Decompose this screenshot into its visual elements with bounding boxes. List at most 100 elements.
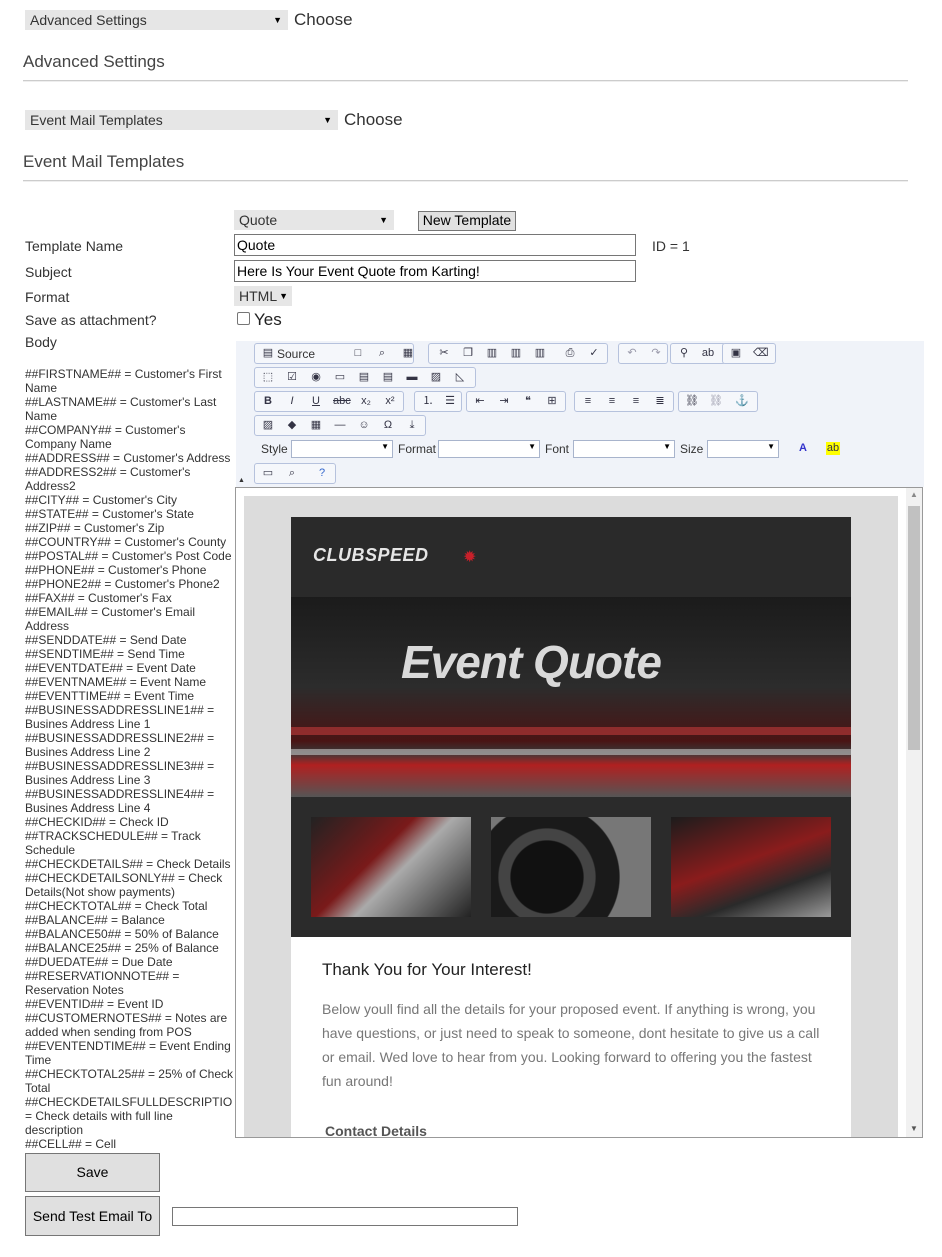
editor-toolbar: ▤ Source □ ⌕ ▦ ✂ ❐ ▥ ▥ ▥ ⎙ ✓ ↶ ↷ ⚲ ab ▣ …: [236, 341, 924, 487]
hidden-field-icon[interactable]: ◺: [453, 371, 467, 384]
email-hero: Event Quote: [291, 597, 851, 797]
merge-token: ##BALANCE## = Balance: [25, 913, 165, 927]
editor-scrollbar[interactable]: ▲ ▼: [906, 488, 922, 1137]
subject-input[interactable]: Here Is Your Event Quote from Karting!: [234, 260, 636, 282]
merge-token: ##TRACKSCHEDULE## = Track Schedule: [25, 829, 201, 857]
merge-token: ##CHECKTOTAL25## = 25% of Check Total: [25, 1067, 233, 1095]
preview-icon[interactable]: ⌕: [375, 347, 389, 360]
scroll-down-icon[interactable]: ▼: [910, 1124, 918, 1133]
new-page-icon[interactable]: □: [351, 347, 365, 360]
test-email-input[interactable]: [172, 1207, 518, 1226]
numbered-list-icon[interactable]: ⒈: [421, 395, 435, 408]
textarea-icon[interactable]: ▤: [357, 371, 371, 384]
attachment-checkbox[interactable]: [237, 312, 250, 325]
special-char-icon[interactable]: Ω: [381, 419, 395, 432]
image-icon[interactable]: ▨: [261, 419, 275, 432]
div-container-icon[interactable]: ⊞: [545, 395, 559, 408]
italic-icon[interactable]: I: [285, 395, 299, 408]
templates-icon[interactable]: ▦: [401, 347, 415, 360]
email-gallery: [291, 797, 851, 937]
about-icon[interactable]: ?: [315, 467, 329, 480]
align-right-icon[interactable]: ≡: [629, 395, 643, 408]
link-icon[interactable]: ⛓: [685, 395, 699, 408]
merge-token: ##ADDRESS## = Customer's Address: [25, 451, 231, 465]
format-select[interactable]: HTML ▼: [234, 286, 292, 306]
paste-text-icon[interactable]: ▥: [509, 347, 523, 360]
scroll-up-icon[interactable]: ▲: [910, 490, 918, 499]
background-color-icon[interactable]: ab: [826, 442, 840, 455]
checkbox-icon[interactable]: ☑: [285, 371, 299, 384]
format-combo[interactable]: ▼: [438, 440, 540, 458]
size-combo[interactable]: ▼: [707, 440, 779, 458]
save-button[interactable]: Save: [25, 1153, 160, 1192]
select-field-icon[interactable]: ▤: [381, 371, 395, 384]
merge-token: ##PHONE2## = Customer's Phone2: [25, 577, 220, 591]
outdent-icon[interactable]: ⇤: [473, 395, 487, 408]
form-icon[interactable]: ⬚: [261, 371, 275, 384]
select-all-icon[interactable]: ▣: [729, 347, 743, 360]
send-test-email-button[interactable]: Send Test Email To: [25, 1196, 160, 1236]
bullet-list-icon[interactable]: ☰: [443, 395, 457, 408]
new-template-button[interactable]: New Template: [418, 211, 516, 231]
indent-icon[interactable]: ⇥: [497, 395, 511, 408]
subscript-icon[interactable]: x₂: [359, 395, 373, 408]
source-icon[interactable]: ▤: [261, 347, 275, 360]
merge-token: ##BUSINESSADDRESSLINE2## = Busines Addre…: [25, 731, 215, 759]
unlink-icon[interactable]: ⛓: [709, 395, 723, 408]
format-select-value: HTML: [239, 288, 278, 304]
spellcheck-icon[interactable]: ✓: [587, 347, 601, 360]
merge-token: ##CUSTOMERNOTES## = Notes are added when…: [25, 1011, 228, 1039]
font-combo[interactable]: ▼: [573, 440, 675, 458]
flash-icon[interactable]: ◆: [285, 419, 299, 432]
scrollbar-thumb[interactable]: [908, 506, 920, 750]
undo-icon[interactable]: ↶: [625, 347, 639, 360]
smiley-icon[interactable]: ☺: [357, 419, 371, 432]
cut-icon[interactable]: ✂: [437, 347, 451, 360]
settings-subcategory-value: Event Mail Templates: [30, 112, 163, 128]
table-icon[interactable]: ▦: [309, 419, 323, 432]
source-button[interactable]: Source: [277, 347, 315, 361]
horizontal-rule-icon[interactable]: —: [333, 419, 347, 432]
choose-link-1[interactable]: Choose: [294, 10, 353, 30]
justify-icon[interactable]: ≣: [653, 395, 667, 408]
underline-icon[interactable]: U: [309, 395, 323, 408]
merge-token: ##RESERVATIONNOTE## = Reservation Notes: [25, 969, 180, 997]
paste-icon[interactable]: ▥: [485, 347, 499, 360]
image-button-icon[interactable]: ▨: [429, 371, 443, 384]
align-center-icon[interactable]: ≡: [605, 395, 619, 408]
remove-format-icon[interactable]: ⌫: [753, 347, 769, 360]
button-field-icon[interactable]: ▬: [405, 371, 419, 384]
template-name-input[interactable]: Quote: [234, 234, 636, 256]
settings-category-select[interactable]: Advanced Settings ▼: [25, 10, 288, 30]
redo-icon[interactable]: ↷: [649, 347, 663, 360]
radio-icon[interactable]: ◉: [309, 371, 323, 384]
textfield-icon[interactable]: ▭: [333, 371, 347, 384]
chevron-down-icon: ▼: [379, 215, 388, 225]
show-blocks-icon[interactable]: ⌕: [285, 467, 299, 480]
editor-content-area[interactable]: CLUBSPEED ✹ Event Quote Thank You for Yo…: [235, 487, 923, 1138]
align-left-icon[interactable]: ≡: [581, 395, 595, 408]
merge-token: ##ADDRESS2## = Customer's Address2: [25, 465, 191, 493]
find-icon[interactable]: ⚲: [677, 347, 691, 360]
template-select[interactable]: Quote ▼: [234, 210, 394, 230]
bold-icon[interactable]: B: [261, 395, 275, 408]
page-break-icon[interactable]: ⤓: [405, 419, 419, 432]
replace-icon[interactable]: ab: [701, 347, 715, 360]
superscript-icon[interactable]: x²: [383, 395, 397, 408]
merge-token: ##CELL## = Cell: [25, 1137, 117, 1151]
maximize-icon[interactable]: ▭: [261, 467, 275, 480]
paste-word-icon[interactable]: ▥: [533, 347, 547, 360]
print-icon[interactable]: ⎙: [563, 347, 577, 360]
copy-icon[interactable]: ❐: [461, 347, 475, 360]
collapse-toolbar-icon[interactable]: ▲: [238, 477, 245, 484]
merge-token: ##BUSINESSADDRESSLINE3## = Busines Addre…: [25, 759, 215, 787]
style-combo[interactable]: ▼: [291, 440, 393, 458]
choose-link-2[interactable]: Choose: [344, 110, 403, 130]
merge-token: ##CHECKID## = Check ID: [25, 815, 169, 829]
blockquote-icon[interactable]: ❝: [521, 395, 535, 408]
text-color-icon[interactable]: A: [796, 442, 810, 455]
anchor-icon[interactable]: ⚓: [735, 395, 749, 408]
settings-subcategory-select[interactable]: Event Mail Templates ▼: [25, 110, 338, 130]
clubspeed-logo: CLUBSPEED: [313, 545, 429, 565]
strike-icon[interactable]: abc: [333, 395, 351, 408]
